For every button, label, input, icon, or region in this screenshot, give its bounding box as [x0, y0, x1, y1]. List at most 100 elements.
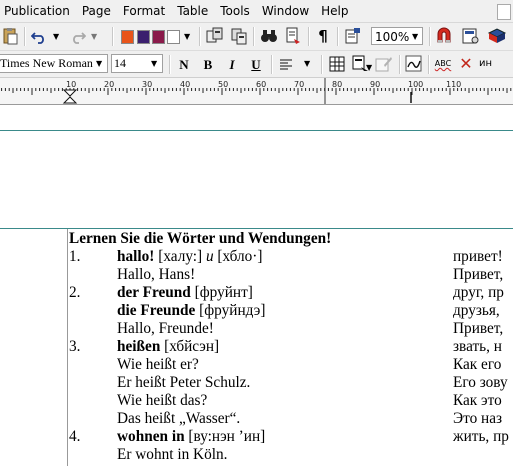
- german-text: heißen [хбйсэн]: [117, 338, 220, 355]
- cancel-x-icon[interactable]: ✕: [456, 54, 476, 74]
- russian-translation: привет!: [453, 248, 503, 265]
- replace-icon[interactable]: [283, 26, 303, 46]
- font-name-select[interactable]: Times New Roman: [0, 54, 108, 73]
- color-swatch-orange[interactable]: [121, 30, 134, 44]
- format-toolbar: Times New Roman ▼ 14 ▼ N B I U ▼ ▼ ABC ✕…: [0, 51, 513, 78]
- ruler-label: 90: [370, 80, 380, 89]
- find-binoculars-icon[interactable]: [259, 26, 279, 46]
- menu-page[interactable]: Page: [76, 0, 117, 22]
- standard-toolbar: ▼ ▼ ▼ ¶ 100% ▼: [0, 23, 513, 51]
- ruler-label: 40: [180, 80, 190, 89]
- undo-dropdown-icon[interactable]: ▼: [53, 32, 59, 41]
- toolbar-separator: [253, 27, 255, 46]
- redo-icon[interactable]: [68, 26, 88, 46]
- russian-translation: Это наз: [453, 410, 503, 427]
- align-dropdown-icon[interactable]: ▼: [304, 59, 310, 68]
- normal-button[interactable]: N: [174, 55, 194, 74]
- horizontal-ruler[interactable]: 10 20 30 40 50 60 70 80 90 100 110: [0, 78, 513, 105]
- color-swatch-white[interactable]: [167, 30, 180, 44]
- font-size-dropdown-icon[interactable]: ▼: [151, 59, 157, 68]
- ruler-label: 100: [408, 80, 423, 89]
- zoom-value: 100%: [375, 30, 410, 44]
- german-text: der Freund [фруйнт]: [117, 284, 253, 301]
- italic-button[interactable]: I: [222, 55, 242, 74]
- indent-marker[interactable]: [62, 89, 78, 104]
- list-settings-icon[interactable]: [343, 26, 363, 46]
- table-grid-icon[interactable]: [327, 54, 347, 74]
- russian-translation: Привет,: [453, 320, 504, 337]
- russian-translation: друг, пр: [453, 284, 504, 301]
- ruler-label: 80: [332, 80, 342, 89]
- menu-format[interactable]: Format: [117, 0, 171, 22]
- russian-translation: Привет,: [453, 266, 504, 283]
- menu-table[interactable]: Table: [171, 0, 214, 22]
- ruler-label: 70: [294, 80, 304, 89]
- german-text: Hallo, Freunde!: [117, 320, 214, 337]
- ruler-label: 50: [218, 80, 228, 89]
- redo-dropdown-icon[interactable]: ▼: [91, 32, 97, 41]
- edit-frame-icon[interactable]: [374, 54, 394, 74]
- toolbar-separator: [169, 55, 171, 74]
- german-text: wohnen in [ву:нэн ’ин]: [117, 428, 266, 445]
- bold-button[interactable]: B: [198, 55, 218, 74]
- menu-tools[interactable]: Tools: [214, 0, 256, 22]
- window-close-box[interactable]: [497, 4, 511, 20]
- spellcheck-icon[interactable]: ABC: [433, 54, 453, 74]
- margin-guide-top: [0, 130, 513, 131]
- toolbar-separator: [321, 55, 323, 74]
- ruler-label: 20: [104, 80, 114, 89]
- underline-button[interactable]: U: [246, 55, 266, 74]
- toolbar-separator: [399, 55, 401, 74]
- color-dropdown-icon[interactable]: ▼: [184, 32, 190, 41]
- font-name-dropdown-icon[interactable]: ▼: [96, 59, 102, 68]
- ruler-label: 60: [256, 80, 266, 89]
- ruler-label: 110: [446, 80, 461, 89]
- russian-translation: Как это: [453, 392, 502, 409]
- russian-translation: друзья,: [453, 302, 500, 319]
- paste-format-icon[interactable]: [229, 26, 249, 46]
- ruler-label: 30: [142, 80, 152, 89]
- russian-translation: Как его: [453, 356, 502, 373]
- font-size-value: 14: [114, 56, 126, 70]
- russian-translation: жить, пр: [453, 428, 509, 445]
- german-text: hallo! [халу:] и [хбло·]: [117, 248, 263, 265]
- toolbar-separator: [271, 55, 273, 74]
- german-text: Wie heißt er?: [117, 356, 199, 373]
- german-text: Hallo, Hans!: [117, 266, 196, 283]
- german-text: die Freunde [фруйндэ]: [117, 302, 266, 319]
- russian-translation: Его зову: [453, 374, 508, 391]
- language-hint[interactable]: ин: [477, 54, 513, 74]
- row-number: 1.: [69, 248, 81, 265]
- magnet-icon[interactable]: [434, 26, 454, 46]
- ruler-ticks: 10 20 30 40 50 60 70 80 90 100 110: [1, 78, 512, 104]
- menu-window[interactable]: Window: [256, 0, 315, 22]
- menu-publication[interactable]: Publication: [0, 0, 76, 22]
- toolbar-separator: [199, 27, 201, 46]
- toolbar-separator: [112, 27, 114, 46]
- pilcrow-icon[interactable]: ¶: [313, 26, 333, 46]
- copy-format-icon[interactable]: [205, 26, 225, 46]
- color-swatch-purple[interactable]: [137, 30, 150, 44]
- toolbar-separator: [308, 27, 310, 46]
- german-text: Wie heißt das?: [117, 392, 208, 409]
- document-area[interactable]: Lernen Sie die Wörter und Wendungen! 1. h…: [0, 105, 513, 466]
- color-swatch-maroon[interactable]: [152, 30, 165, 44]
- german-text: Er heißt Peter Schulz.: [117, 374, 251, 391]
- signature-icon[interactable]: [404, 54, 424, 74]
- book-icon[interactable]: [487, 26, 507, 46]
- paste-icon[interactable]: [0, 26, 20, 46]
- german-text: Das heißt „Wasser“.: [117, 410, 241, 427]
- page-layout-icon[interactable]: [461, 26, 481, 46]
- menu-bar: Publication Page Format Table Tools Wind…: [0, 0, 513, 23]
- row-number: 4.: [69, 428, 81, 445]
- lesson-heading: Lernen Sie die Wörter und Wendungen!: [69, 230, 332, 247]
- align-left-icon[interactable]: [276, 54, 296, 74]
- toolbar-separator: [337, 27, 339, 46]
- undo-icon[interactable]: [29, 26, 49, 46]
- zoom-dropdown-icon[interactable]: ▼: [412, 32, 418, 41]
- toolbar-separator: [429, 27, 431, 46]
- left-margin-guide: [67, 229, 68, 466]
- menu-help[interactable]: Help: [315, 0, 354, 22]
- toolbar-separator: [428, 55, 430, 74]
- insert-frame-dropdown-icon[interactable]: ▼: [366, 63, 372, 72]
